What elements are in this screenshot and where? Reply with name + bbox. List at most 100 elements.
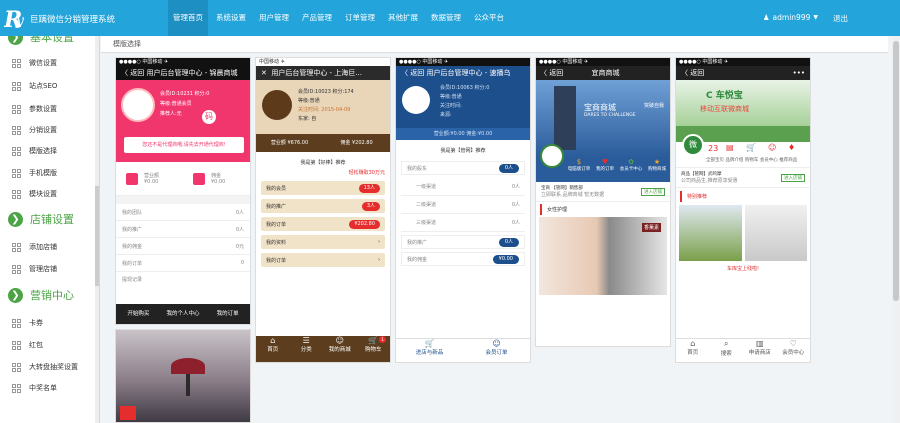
home-icon: ⌂ bbox=[270, 336, 276, 345]
tab-center[interactable]: 我的个人中心 bbox=[161, 304, 206, 324]
enter-shop-button[interactable]: 进入店铺 bbox=[641, 187, 665, 196]
tab-search[interactable]: ⌕ 搜索 bbox=[710, 339, 744, 362]
tab-apply-store[interactable]: ▥ 申请商店 bbox=[743, 339, 777, 362]
grid-icon bbox=[12, 264, 21, 274]
photo-thumbnail bbox=[116, 330, 250, 422]
sidebar-item-template[interactable]: 模版选择 bbox=[12, 146, 57, 156]
avatar bbox=[121, 88, 155, 122]
tab-cart[interactable]: 🛒 购物车 1 bbox=[357, 336, 391, 362]
tab-orders[interactable]: ☺ 会员订单 bbox=[463, 339, 530, 362]
cart-icon: 🛒 bbox=[746, 143, 756, 152]
sidebar-item-coupons[interactable]: 卡券 bbox=[12, 318, 43, 328]
template-card-1[interactable]: ●●●●○ 中国移动 ✈ 〈 返回 用户后台管理中心 - 锦晨商城 会员ID:1… bbox=[115, 57, 251, 325]
template-card-5[interactable]: ●●●●○ 中国移动 ✈ 〈 返回 ••• C 车悦宝 移动互联微商城 微 23 … bbox=[675, 57, 811, 363]
menu-profile[interactable]: 我的资料 › bbox=[261, 235, 385, 249]
profile-header: 会员ID:10023 积分:174 等级:普通 关注时间: 2015-04-09… bbox=[256, 80, 390, 134]
list-item[interactable]: 三级渠道 0人 bbox=[401, 214, 525, 232]
sidebar-section-marketing[interactable]: ❯ 营销中心 bbox=[8, 287, 74, 303]
list-item[interactable]: 我的订单 0 bbox=[116, 255, 250, 272]
list-item[interactable]: 我的推广 0人 bbox=[116, 221, 250, 238]
search-icon: ⌕ bbox=[724, 339, 729, 348]
template-card-4[interactable]: ●●●●○ 中国移动 ✈ 〈 返回 宜商商城 宝商商城 DARES TO CHAL… bbox=[535, 57, 671, 347]
user-icon: ☺ bbox=[768, 143, 777, 152]
nav-item-home[interactable]: 管理首页 bbox=[168, 0, 208, 36]
sidebar-item-lottery[interactable]: 大转盘抽奖设置 bbox=[12, 362, 78, 372]
close-icon[interactable]: ✕ bbox=[261, 69, 267, 77]
nav-item-orders[interactable]: 订单管理 bbox=[340, 0, 380, 36]
sidebar-item-manage-store[interactable]: 管理店铺 bbox=[12, 264, 57, 274]
icon-member[interactable]: ✿ 会员卡中心 bbox=[618, 158, 644, 182]
avatar bbox=[262, 90, 292, 120]
nav-item-system[interactable]: 系统设置 bbox=[211, 0, 251, 36]
bottom-tabbar: ⌂ 首页 ⌕ 搜索 ▥ 申请商店 ♡ 会员中心 bbox=[676, 338, 810, 362]
tab-home[interactable]: ⌂ 首页 bbox=[676, 339, 710, 362]
sidebar: ❯ 基本设置 微信设置 站点SEO 参数设置 分销设置 模版选择 手机模版 模块… bbox=[0, 36, 100, 423]
enter-shop-button[interactable]: 进入店铺 bbox=[781, 173, 805, 182]
sidebar-scrollbar[interactable] bbox=[95, 36, 99, 423]
menu-member[interactable]: 我的会员 13人 bbox=[261, 181, 385, 195]
main-scrollbar[interactable] bbox=[892, 36, 900, 423]
grid-icon bbox=[12, 104, 21, 114]
nav-item-users[interactable]: 用户管理 bbox=[254, 0, 294, 36]
tab-buy[interactable]: 开始购买 bbox=[116, 304, 161, 324]
list-item[interactable]: 我的团队 0人 bbox=[116, 204, 250, 221]
sidebar-item-modules[interactable]: 模块设置 bbox=[12, 189, 57, 199]
chevron-right-icon: ❯ bbox=[8, 211, 23, 227]
template-card-6[interactable] bbox=[115, 329, 251, 423]
product-image[interactable] bbox=[744, 205, 807, 261]
tab-category[interactable]: ☰ 分类 bbox=[290, 336, 324, 362]
banner[interactable]: C 车悦宝 移动互联微商城 bbox=[676, 80, 810, 142]
list-item[interactable]: 我的股东 0人 bbox=[401, 161, 525, 175]
logout-link[interactable]: 退出 bbox=[833, 13, 848, 24]
tab-member[interactable]: ♡ 会员中心 bbox=[777, 339, 811, 362]
tab-home[interactable]: ⌂ 首页 bbox=[256, 336, 290, 362]
heart-icon: ♡ bbox=[789, 339, 797, 348]
template-card-2[interactable]: 中国移动 ✈ ✕ 用户后台管理中心 - 上海巨... 会员ID:10023 积分… bbox=[255, 57, 391, 363]
list-item[interactable]: 提现记录 bbox=[116, 272, 250, 287]
more-icon[interactable]: ••• bbox=[793, 66, 805, 80]
menu-orders[interactable]: 我的订单 ¥202.80 bbox=[261, 217, 385, 231]
icon-my-orders[interactable]: ♥ 我的订单 bbox=[592, 158, 618, 182]
grid-icon bbox=[12, 340, 21, 350]
chevron-right-icon: › bbox=[378, 257, 380, 263]
tab-shop[interactable]: 🛒 进店与新品 bbox=[396, 339, 463, 362]
menu-my-orders[interactable]: 我的订单 › bbox=[261, 253, 385, 267]
sidebar-item-seo[interactable]: 站点SEO bbox=[12, 81, 57, 91]
nav-item-platform[interactable]: 公众平台 bbox=[469, 0, 509, 36]
sidebar-item-wechat[interactable]: 微信设置 bbox=[12, 58, 57, 68]
sidebar-item-add-store[interactable]: 添加店铺 bbox=[12, 242, 57, 252]
user-icon: ☺ bbox=[335, 336, 344, 345]
agent-alert[interactable]: 您还不是代理商哦,请先去开通代理商! bbox=[124, 137, 244, 153]
product-image[interactable]: 香薰素 bbox=[539, 217, 667, 295]
sidebar-item-red-packet[interactable]: 红包 bbox=[12, 340, 43, 350]
grid-icon bbox=[12, 168, 21, 178]
logo-icon: R y bbox=[4, 7, 25, 31]
nav-item-data[interactable]: 数据管理 bbox=[426, 0, 466, 36]
nav-item-extensions[interactable]: 其他扩展 bbox=[383, 0, 423, 36]
grid-icon bbox=[12, 58, 21, 68]
sidebar-item-distribution[interactable]: 分销设置 bbox=[12, 125, 57, 135]
tab-orders[interactable]: 我的订单 bbox=[205, 304, 250, 324]
nav-item-products[interactable]: 产品管理 bbox=[297, 0, 337, 36]
sidebar-section-basic[interactable]: ❯ 基本设置 bbox=[8, 36, 74, 45]
icon-mall[interactable]: ★ 购物商城 bbox=[644, 158, 670, 182]
list-item[interactable]: 我的佣金 ¥0.00 bbox=[401, 252, 525, 266]
product-image[interactable] bbox=[679, 205, 742, 261]
list-item[interactable]: 我的佣金 0元 bbox=[116, 238, 250, 255]
menu-promotion[interactable]: 我的推广 3人 bbox=[261, 199, 385, 213]
template-card-3[interactable]: ●●●●○ 中国移动 ✈ 〈 返回 用户后台管理中心 - 速播乌 会员ID:10… bbox=[395, 57, 531, 363]
banner[interactable]: 宝商商城 DARES TO CHALLENGE 突破自我 bbox=[536, 80, 670, 168]
list-item[interactable]: 二级渠道 0人 bbox=[401, 196, 525, 214]
tab-my-shop[interactable]: ☺ 我的商城 bbox=[323, 336, 357, 362]
list-item[interactable]: 一级渠道 0人 bbox=[401, 178, 525, 196]
sidebar-item-winners[interactable]: 中奖名单 bbox=[12, 383, 57, 393]
list-item[interactable]: 我的推广 0人 bbox=[401, 235, 525, 249]
store-icon: ▥ bbox=[755, 339, 764, 348]
bottom-tabbar: 开始购买 我的个人中心 我的订单 bbox=[116, 304, 250, 324]
user-menu[interactable]: ♟ admin999 ▼ bbox=[763, 13, 818, 22]
icon-order[interactable]: $ 电脑版订单 bbox=[566, 158, 592, 182]
brand-logo-icon: C bbox=[706, 91, 713, 101]
sidebar-section-store[interactable]: ❯ 店铺设置 bbox=[8, 211, 74, 227]
sidebar-item-params[interactable]: 参数设置 bbox=[12, 104, 57, 114]
sidebar-item-mobile-template[interactable]: 手机模版 bbox=[12, 168, 57, 178]
